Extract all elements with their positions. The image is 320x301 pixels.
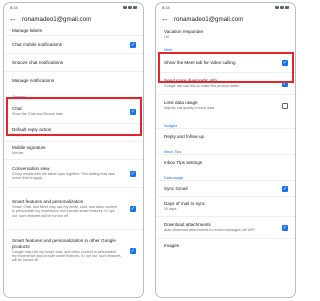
battery-icon bbox=[285, 6, 289, 9]
setting-description: Reply bbox=[12, 133, 22, 138]
back-arrow-icon[interactable]: ← bbox=[9, 15, 17, 23]
back-arrow-icon[interactable]: ← bbox=[161, 15, 169, 23]
setting-row-snooze-chat-notifications[interactable]: Snooze chat notifications bbox=[4, 53, 143, 71]
setting-row-manage-labels[interactable]: Manage labels bbox=[4, 26, 143, 35]
app-bar: ← ronamadeo1@gmail.com bbox=[156, 12, 295, 26]
section-header-general: General bbox=[12, 95, 26, 99]
section-header-data-usage: Data usage bbox=[164, 176, 184, 180]
setting-row-inbox-tips-settings[interactable]: Inbox Tips settings bbox=[156, 154, 295, 170]
wifi-icon bbox=[123, 6, 127, 9]
setting-title: Show the Meet tab for video calling bbox=[164, 59, 236, 65]
setting-title: Manage notifications bbox=[12, 77, 55, 83]
setting-checkbox[interactable]: ✓ bbox=[282, 224, 288, 231]
battery-icon bbox=[133, 6, 137, 9]
setting-row-smart-features-and-personalization-in-other-google-products[interactable]: Smart features and personalization in ot… bbox=[4, 229, 143, 271]
setting-description: Adjusts call quality to save data bbox=[164, 106, 215, 111]
setting-title: Snooze chat notifications bbox=[12, 59, 64, 65]
settings-list-left: Manage labels Chat mobile notifications ✓ S… bbox=[4, 26, 143, 271]
setting-title: Sync Gmail bbox=[164, 185, 188, 191]
setting-row-chat-mobile-notifications[interactable]: Chat mobile notifications ✓ bbox=[4, 35, 143, 53]
setting-title: Images bbox=[164, 242, 180, 248]
phone-left: 8:24 ← ronamadeo1@gmail.com Manage label… bbox=[3, 2, 144, 298]
status-icons bbox=[275, 6, 289, 9]
wifi-icon bbox=[275, 6, 279, 9]
setting-checkbox[interactable]: ✓ bbox=[282, 185, 288, 192]
setting-row-send-more-diagnostic-info[interactable]: Send more diagnostic info Google can use … bbox=[156, 72, 295, 94]
setting-checkbox[interactable]: ✓ bbox=[130, 41, 136, 48]
setting-checkbox[interactable]: ✓ bbox=[130, 170, 136, 177]
setting-row-chat[interactable]: Chat Show the Chat and Rooms tabs ✓ bbox=[4, 99, 143, 123]
setting-row-show-the-meet-tab-for-video-calling[interactable]: Show the Meet tab for video calling ✓ bbox=[156, 52, 295, 72]
status-icons bbox=[123, 6, 137, 9]
setting-row-default-reply-action[interactable]: Default reply action Reply bbox=[4, 123, 143, 141]
setting-description: Auto-download attachments to recent mess… bbox=[164, 228, 255, 233]
setting-title: Smart features and personalization in ot… bbox=[12, 238, 116, 249]
setting-title: Manage labels bbox=[12, 27, 42, 33]
setting-description: Off bbox=[164, 34, 169, 39]
settings-list-right: Vacation responder Off Meet Show the Meet t… bbox=[156, 26, 295, 252]
setting-title: Reply and follow up bbox=[164, 133, 205, 139]
phone-right: 8:24 ← ronamadeo1@gmail.com Vacation res… bbox=[155, 2, 296, 298]
setting-checkbox[interactable] bbox=[282, 102, 288, 109]
app-bar: ← ronamadeo1@gmail.com bbox=[4, 12, 143, 26]
status-time: 8:24 bbox=[10, 5, 18, 10]
setting-checkbox[interactable]: ✓ bbox=[282, 80, 288, 87]
status-time: 8:24 bbox=[162, 5, 170, 10]
setting-row-manage-notifications[interactable]: Manage notifications bbox=[4, 71, 143, 89]
setting-row-mobile-signature[interactable]: Mobile signature Not set bbox=[4, 141, 143, 159]
setting-row-conversation-view[interactable]: Conversation view Group emails with the s… bbox=[4, 159, 143, 187]
setting-row-limit-data-usage[interactable]: Limit data usage Adjusts call quality to … bbox=[156, 94, 295, 116]
account-title: ronamadeo1@gmail.com bbox=[174, 15, 244, 23]
signal-icon bbox=[128, 6, 132, 9]
section-header-nudges: Nudges bbox=[164, 124, 178, 128]
setting-checkbox[interactable]: ✓ bbox=[130, 108, 136, 115]
account-title: ronamadeo1@gmail.com bbox=[22, 15, 92, 23]
section-header-meet: Meet bbox=[164, 48, 173, 52]
setting-description: Group emails with the same topic togethe… bbox=[12, 171, 116, 181]
setting-row-vacation-responder[interactable]: Vacation responder Off bbox=[156, 26, 295, 42]
status-bar: 8:24 bbox=[156, 3, 295, 12]
setting-checkbox[interactable]: ✓ bbox=[130, 247, 136, 254]
signal-icon bbox=[280, 6, 284, 9]
setting-row-smart-features-and-personalization[interactable]: Smart features and personalization Gmail,… bbox=[4, 187, 143, 229]
setting-description: Not set bbox=[12, 151, 24, 156]
setting-description: Gmail, Chat, and Meet may use my email, … bbox=[12, 204, 118, 218]
setting-row-sync-gmail[interactable]: Sync Gmail ✓ bbox=[156, 180, 295, 196]
setting-row-reply-and-follow-up[interactable]: Reply and follow up bbox=[156, 128, 295, 144]
setting-checkbox[interactable]: ✓ bbox=[130, 205, 136, 212]
setting-title: Chat mobile notifications bbox=[12, 41, 63, 47]
setting-title: Inbox Tips settings bbox=[164, 159, 203, 165]
setting-description: Show the Chat and Rooms tabs bbox=[12, 112, 63, 117]
status-bar: 8:24 bbox=[4, 3, 143, 12]
setting-row-images[interactable]: Images bbox=[156, 238, 295, 252]
setting-checkbox[interactable]: ✓ bbox=[282, 59, 288, 66]
section-header-inbox-tips: Inbox Tips bbox=[164, 150, 182, 154]
setting-description: Google may use my email, chat, and video… bbox=[12, 249, 121, 263]
setting-description: 30 days bbox=[164, 207, 177, 212]
setting-row-days-of-mail-to-sync[interactable]: Days of mail to sync 30 days bbox=[156, 196, 295, 216]
setting-description: Google can use this to make this product… bbox=[164, 84, 240, 89]
setting-row-download-attachments[interactable]: Download attachments Auto-download attach… bbox=[156, 216, 295, 238]
